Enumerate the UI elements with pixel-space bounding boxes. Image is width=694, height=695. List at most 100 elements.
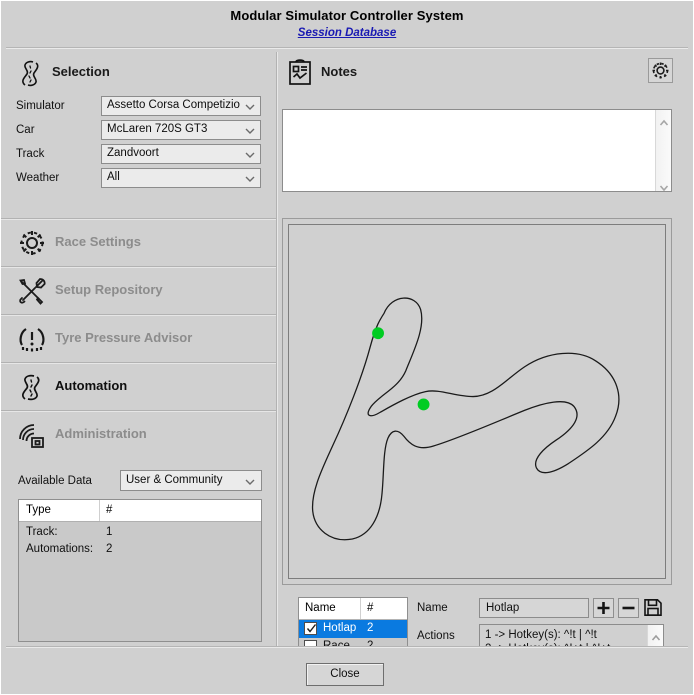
field-row-track: Track Zandvoort [16, 144, 276, 168]
simulator-dropdown[interactable]: Assetto Corsa Competizione [101, 96, 261, 116]
automations-header: Name # [299, 598, 407, 620]
save-automation-button[interactable] [643, 598, 664, 618]
track-road-icon [16, 371, 48, 403]
title-divider-highlight [6, 48, 688, 49]
table-header: Type # [19, 500, 261, 522]
row-checkbox[interactable] [304, 622, 317, 635]
chevron-down-icon [244, 172, 256, 184]
available-data-scope-dropdown[interactable]: User & Community [120, 470, 262, 491]
column-divider [360, 598, 361, 619]
track-map-canvas[interactable] [288, 224, 666, 579]
simulator-value: Assetto Corsa Competizione [107, 99, 240, 111]
sidebar-label-tyre-pressure-advisor: Tyre Pressure Advisor [55, 330, 193, 345]
automation-actions-label: Actions [417, 630, 455, 642]
sidebar-nav: Race Settings Setup Repository Tyre Pres… [0, 218, 276, 458]
session-database-window: Modular Simulator Controller System Sess… [0, 0, 694, 695]
admin-lock-icon [16, 419, 48, 451]
footer-divider-highlight [6, 647, 688, 648]
table-row[interactable]: Track: 1 [19, 525, 261, 542]
available-data-scope-value: User & Community [126, 474, 223, 486]
cell-count: 1 [106, 526, 113, 538]
session-database-link[interactable]: Session Database [298, 27, 396, 39]
clipboard-notes-icon [286, 58, 314, 86]
floppy-save-icon [644, 598, 662, 616]
track-marker [417, 398, 430, 411]
car-value: McLaren 720S GT3 [107, 123, 208, 135]
sidebar-item-race-settings[interactable]: Race Settings [0, 218, 276, 266]
sidebar-item-tyre-pressure-advisor[interactable]: Tyre Pressure Advisor [0, 314, 276, 362]
chevron-down-icon [244, 148, 256, 160]
column-header-name: Name [305, 602, 336, 614]
right-panel: Notes Name # Hotlap 2 Name Actions Hotla… [281, 52, 694, 686]
column-header-count: # [106, 504, 113, 516]
cell-type: Track: [26, 526, 58, 538]
minus-icon [622, 606, 635, 610]
chevron-down-icon [244, 100, 256, 112]
automation-name-value: Hotlap [486, 602, 520, 614]
weather-label: Weather [16, 172, 60, 184]
notes-header: Notes [281, 52, 694, 92]
track-map-panel [282, 218, 672, 585]
column-divider-highlight [277, 52, 278, 646]
sidebar-item-administration[interactable]: Administration [0, 410, 276, 458]
available-data-label: Available Data [18, 475, 92, 487]
track-marker [372, 327, 384, 340]
weather-dropdown[interactable]: All [101, 168, 261, 188]
sidebar-label-administration: Administration [55, 426, 147, 441]
simulator-label: Simulator [16, 100, 65, 112]
sidebar-item-automation[interactable]: Automation [0, 362, 276, 410]
column-divider [99, 500, 100, 521]
notes-heading: Notes [321, 64, 358, 79]
car-label: Car [16, 124, 35, 136]
available-data-table[interactable]: Type # Track: 1 Automations: 2 [18, 499, 262, 642]
column-header-type: Type [26, 504, 51, 516]
delete-automation-button[interactable] [618, 598, 639, 618]
sidebar-label-automation: Automation [55, 378, 128, 393]
notes-textarea-container[interactable] [282, 109, 672, 192]
tools-icon [16, 275, 48, 307]
track-dropdown[interactable]: Zandvoort [101, 144, 261, 164]
cell-type: Automations: [26, 543, 94, 555]
cell-count: 2 [106, 543, 113, 555]
scroll-up-icon[interactable] [651, 629, 661, 641]
gear-icon [652, 62, 669, 79]
add-automation-button[interactable] [593, 598, 614, 618]
notes-scrollbar[interactable] [655, 110, 671, 192]
left-panel: Selection Simulator Assetto Corsa Compet… [0, 52, 276, 686]
car-dropdown[interactable]: McLaren 720S GT3 [101, 120, 261, 140]
track-map-drawing [311, 297, 620, 541]
sidebar-label-setup-repository: Setup Repository [55, 282, 163, 297]
window-titlebar: Modular Simulator Controller System Sess… [0, 0, 694, 48]
table-row[interactable]: Automations: 2 [19, 542, 261, 559]
notes-settings-button[interactable] [648, 58, 673, 83]
chevron-down-icon [244, 475, 256, 487]
selection-heading: Selection [52, 64, 110, 79]
automation-name-input[interactable]: Hotlap [479, 598, 589, 618]
weather-value: All [107, 171, 120, 183]
track-value: Zandvoort [107, 147, 159, 159]
column-header-count: # [367, 602, 374, 614]
plus-icon [597, 602, 610, 614]
close-button[interactable]: Close [306, 663, 384, 686]
gear-icon [16, 227, 48, 259]
sidebar-label-race-settings: Race Settings [55, 234, 141, 249]
sidebar-item-setup-repository[interactable]: Setup Repository [0, 266, 276, 314]
window-footer: Close [0, 646, 694, 695]
chevron-down-icon [244, 124, 256, 136]
scroll-up-icon[interactable] [659, 114, 669, 126]
scroll-down-icon[interactable] [659, 179, 669, 192]
track-label: Track [16, 148, 45, 160]
track-road-icon [16, 58, 46, 88]
page-title: Modular Simulator Controller System [230, 8, 464, 23]
automation-count: 2 [367, 622, 374, 634]
tyre-pressure-icon [16, 323, 48, 355]
field-row-weather: Weather All [16, 168, 276, 192]
field-row-simulator: Simulator Assetto Corsa Competizione [16, 96, 276, 120]
field-row-car: Car McLaren 720S GT3 [16, 120, 276, 144]
automation-name: Hotlap [323, 622, 357, 634]
list-item[interactable]: Hotlap 2 [299, 620, 407, 638]
checkmark-icon [306, 624, 317, 633]
selection-header: Selection [0, 52, 276, 92]
notes-textarea[interactable] [283, 110, 655, 191]
automation-name-label: Name [417, 602, 448, 614]
